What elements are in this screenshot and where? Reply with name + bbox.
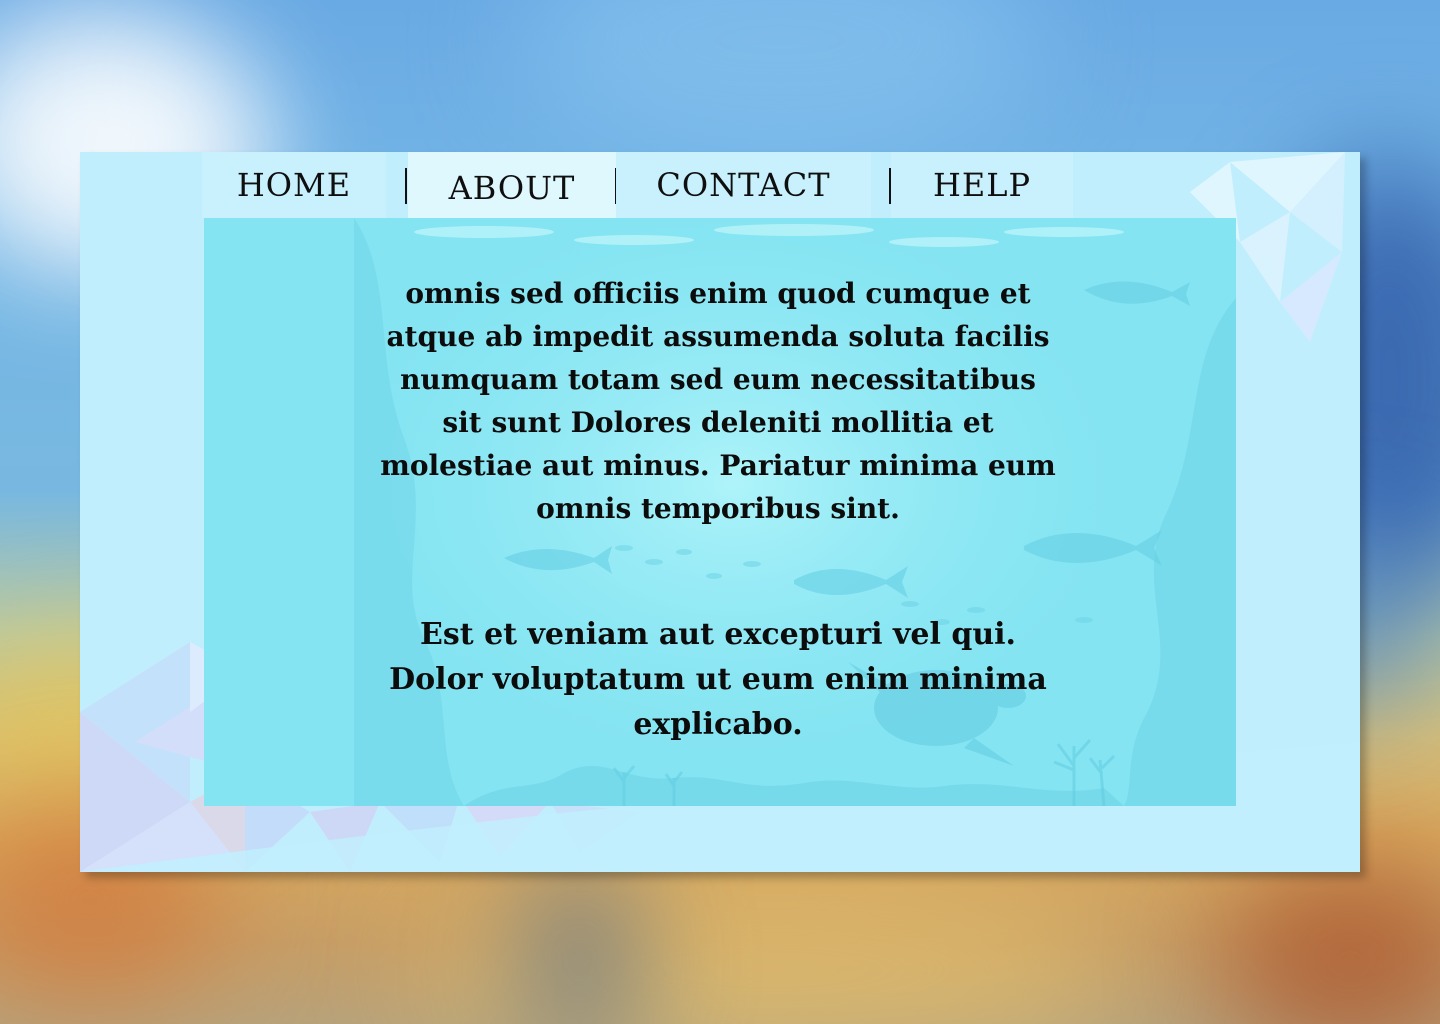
background-sky-highlight: [520, 0, 1040, 160]
nav-divider: [405, 168, 407, 204]
content-panel: omnis sed officiis enim quod cumque et a…: [204, 218, 1236, 806]
background-brown-shape: [1220, 860, 1440, 1024]
main-card: HOME ABOUT CONTACT HELP omnis sed offici…: [80, 152, 1360, 872]
content-paragraph: omnis sed officiis enim quod cumque et a…: [380, 277, 1056, 525]
nav-tab-contact[interactable]: CONTACT: [616, 152, 871, 218]
nav-tab-home-label: HOME: [236, 166, 352, 204]
nav-tab-help-label: HELP: [932, 166, 1032, 204]
nav-tab-help[interactable]: HELP: [891, 152, 1073, 218]
nav-tab-about-label: ABOUT: [448, 169, 576, 207]
nav-tab-contact-label: CONTACT: [656, 166, 831, 204]
content-paragraph: Est et veniam aut excepturi vel qui. Dol…: [389, 617, 1047, 742]
nav-tab-about[interactable]: ABOUT: [408, 152, 616, 218]
nav-tab-home[interactable]: HOME: [202, 152, 386, 218]
background-post-shape: [520, 860, 640, 1024]
